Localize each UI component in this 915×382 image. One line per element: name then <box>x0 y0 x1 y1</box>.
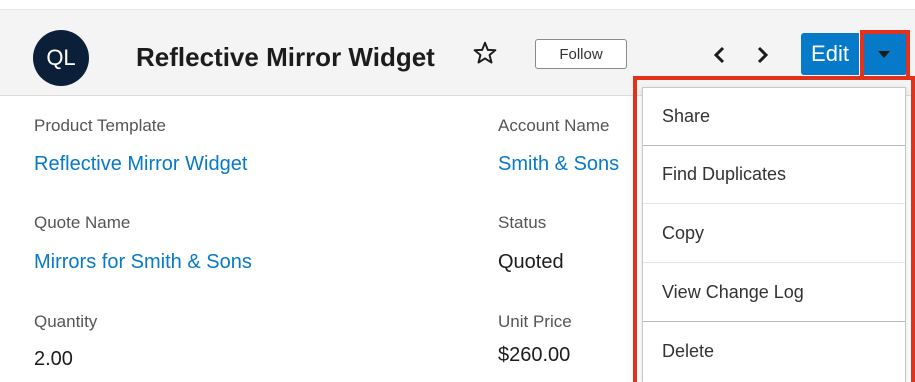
edit-button[interactable]: Edit <box>801 33 859 75</box>
menu-item-find-duplicates[interactable]: Find Duplicates <box>643 146 905 204</box>
quantity-label: Quantity <box>34 312 98 331</box>
menu-item-view-change-log[interactable]: View Change Log <box>643 264 905 322</box>
menu-item-share[interactable]: Share <box>643 88 905 146</box>
actions-dropdown-menu: Share Find Duplicates Copy View Change L… <box>642 87 906 382</box>
status-value: Quoted <box>498 251 564 273</box>
menu-item-copy[interactable]: Copy <box>643 205 905 263</box>
follow-button[interactable]: Follow <box>535 39 627 69</box>
chevron-right-icon[interactable] <box>754 44 770 66</box>
unit-price-value: $260.00 <box>498 344 571 366</box>
quote-name-link[interactable]: Mirrors for Smith & Sons <box>34 251 252 274</box>
top-strip <box>0 0 915 10</box>
chevron-left-icon[interactable] <box>712 44 728 66</box>
account-name-label: Account Name <box>498 116 610 135</box>
account-name-link[interactable]: Smith & Sons <box>498 153 619 176</box>
menu-item-delete[interactable]: Delete <box>643 322 905 380</box>
product-template-label: Product Template <box>34 116 166 135</box>
status-label: Status <box>498 213 547 232</box>
unit-price-label: Unit Price <box>498 312 572 331</box>
dropdown-highlight-box <box>860 30 910 80</box>
star-icon[interactable] <box>472 40 498 66</box>
record-title: Reflective Mirror Widget <box>136 42 435 72</box>
quantity-value: 2.00 <box>34 348 73 370</box>
product-template-link[interactable]: Reflective Mirror Widget <box>34 153 247 176</box>
avatar: QL <box>33 30 89 86</box>
quote-name-label: Quote Name <box>34 213 131 232</box>
